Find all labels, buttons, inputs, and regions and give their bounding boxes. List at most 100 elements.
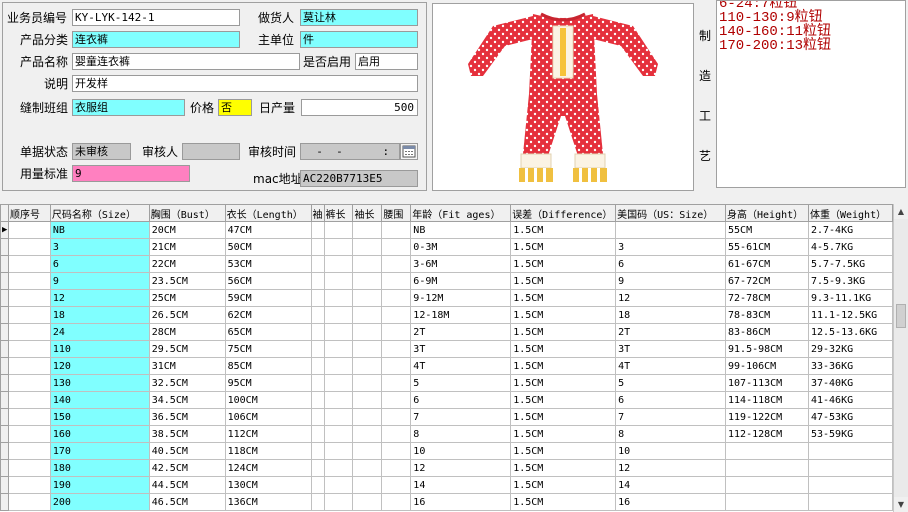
table-cell[interactable] [310,306,325,324]
table-cell[interactable] [352,289,383,307]
table-cell[interactable]: 1.5CM [510,357,617,375]
table-cell[interactable]: 107-113CM [725,374,809,392]
process-textarea[interactable]: 6-24:7粒钮 110-130:9粒钮 140-160:11粒钮 170-20… [716,0,906,188]
table-row[interactable]: 200 46.5CM 136CM 16 1.5CM 16 [0,493,893,511]
table-row[interactable]: 190 44.5CM 130CM 14 1.5CM 14 [0,476,893,494]
table-cell[interactable]: 150 [49,408,150,426]
table-cell[interactable] [7,374,51,392]
table-cell[interactable]: 14 [410,476,512,494]
table-cell[interactable] [7,476,51,494]
table-cell[interactable]: 12 [49,289,150,307]
table-cell[interactable]: 1.5CM [510,272,617,290]
table-cell[interactable]: 29.5CM [148,340,226,358]
table-cell[interactable]: 130CM [224,476,312,494]
table-cell[interactable] [310,255,325,273]
table-cell[interactable]: 200 [49,493,150,511]
table-cell[interactable]: NB [410,221,512,239]
table-cell[interactable] [352,306,383,324]
table-cell[interactable] [725,493,809,511]
column-header[interactable]: 顺序号 [7,204,51,222]
product-name-field[interactable]: 婴童连衣裤 [72,53,300,70]
table-cell[interactable]: 38.5CM [148,425,226,443]
column-header[interactable]: 腰围 [381,204,412,222]
table-cell[interactable] [7,493,51,511]
table-cell[interactable] [323,306,354,324]
table-cell[interactable] [352,391,383,409]
column-header[interactable]: 年龄（Fit ages） [410,204,512,222]
table-cell[interactable] [381,459,412,477]
table-cell[interactable] [7,442,51,460]
table-cell[interactable] [7,255,51,273]
table-cell[interactable]: NB [49,221,150,239]
table-cell[interactable] [381,289,412,307]
table-cell[interactable]: 5 [410,374,512,392]
table-cell[interactable] [352,442,383,460]
table-cell[interactable] [7,408,51,426]
calendar-picker-button[interactable] [400,143,418,160]
table-cell[interactable]: 91.5-98CM [725,340,809,358]
table-row[interactable]: 160 38.5CM 112CM 8 1.5CM 8 112-128CM 53-59KG [0,425,893,443]
table-cell[interactable]: 99-106CM [725,357,809,375]
column-header[interactable]: 误差（Difference） [510,204,617,222]
table-cell[interactable]: 55CM [725,221,809,239]
column-header[interactable]: 身高（Height） [725,204,809,222]
table-cell[interactable]: 8 [410,425,512,443]
table-cell[interactable] [310,340,325,358]
table-cell[interactable]: 6 [410,391,512,409]
table-cell[interactable]: 44.5CM [148,476,226,494]
table-cell[interactable] [381,493,412,511]
table-cell[interactable] [7,272,51,290]
table-cell[interactable] [323,238,354,256]
table-cell[interactable]: 4T [410,357,512,375]
table-cell[interactable]: 1.5CM [510,340,617,358]
table-cell[interactable] [381,408,412,426]
table-cell[interactable]: 12 [410,459,512,477]
table-cell[interactable]: 55-61CM [725,238,809,256]
main-unit-field[interactable]: 件 [300,31,418,48]
table-cell[interactable] [310,459,325,477]
table-cell[interactable] [352,272,383,290]
table-cell[interactable] [352,425,383,443]
daily-output-field[interactable]: 500 [301,99,418,116]
table-cell[interactable]: 37-40KG [807,374,893,392]
table-cell[interactable]: 23.5CM [148,272,226,290]
table-cell[interactable]: 18 [49,306,150,324]
table-cell[interactable]: 59CM [224,289,312,307]
table-cell[interactable] [725,459,809,477]
table-cell[interactable]: 47CM [224,221,312,239]
table-row[interactable]: 9 23.5CM 56CM 6-9M 1.5CM 9 67-72CM 7.5-9.3KG [0,272,893,290]
table-cell[interactable] [323,493,354,511]
table-cell[interactable] [381,357,412,375]
table-cell[interactable]: 130 [49,374,150,392]
table-cell[interactable] [352,255,383,273]
table-cell[interactable]: 16 [615,493,727,511]
table-cell[interactable]: 170 [49,442,150,460]
table-cell[interactable] [725,476,809,494]
table-cell[interactable]: 190 [49,476,150,494]
table-row[interactable]: 12 25CM 59CM 9-12M 1.5CM 12 72-78CM 9.3-11.1KG [0,289,893,307]
table-cell[interactable]: 12-18M [410,306,512,324]
table-cell[interactable]: 5.7-7.5KG [807,255,893,273]
table-cell[interactable]: 1.5CM [510,306,617,324]
table-cell[interactable] [323,391,354,409]
table-cell[interactable]: 120 [49,357,150,375]
table-cell[interactable] [7,238,51,256]
table-cell[interactable]: 56CM [224,272,312,290]
row-indicator[interactable] [0,408,9,426]
column-header[interactable]: 衣长（Length） [224,204,312,222]
table-cell[interactable]: 6 [615,255,727,273]
table-cell[interactable]: 12.5-13.6KG [807,323,893,341]
table-cell[interactable]: 9.3-11.1KG [807,289,893,307]
table-cell[interactable] [310,442,325,460]
table-cell[interactable] [310,289,325,307]
table-cell[interactable]: 46.5CM [148,493,226,511]
table-cell[interactable]: 119-122CM [725,408,809,426]
table-cell[interactable]: 32.5CM [148,374,226,392]
table-cell[interactable] [615,221,727,239]
table-cell[interactable] [7,306,51,324]
row-indicator[interactable] [0,374,9,392]
scroll-down-button[interactable]: ▼ [894,497,908,512]
table-cell[interactable]: 2.7-4KG [807,221,893,239]
table-cell[interactable]: 110 [49,340,150,358]
table-cell[interactable] [381,323,412,341]
